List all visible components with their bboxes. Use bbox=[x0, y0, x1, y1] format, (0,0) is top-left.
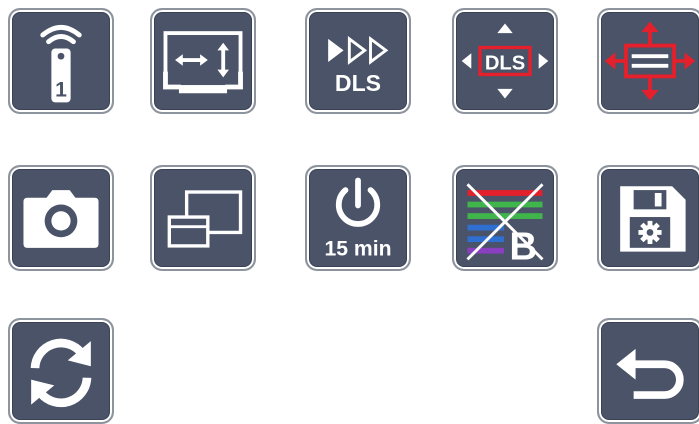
picture-in-picture-icon bbox=[167, 190, 243, 248]
picture-in-picture-button[interactable] bbox=[150, 165, 256, 271]
sleep-timer-label: 15 min bbox=[324, 238, 391, 261]
back-button[interactable] bbox=[597, 318, 699, 424]
camera-icon bbox=[23, 190, 99, 248]
position-adjust-icon bbox=[604, 21, 696, 101]
save-settings-button[interactable] bbox=[597, 165, 699, 271]
remote-control-button[interactable]: 1 bbox=[8, 8, 114, 114]
sleep-timer-button[interactable]: 15 min bbox=[305, 165, 411, 271]
dls-adjust-button[interactable]: DLS bbox=[452, 8, 558, 114]
refresh-icon bbox=[30, 338, 92, 408]
fast-forward-icon: DLS bbox=[328, 35, 389, 96]
dls-adjust-label: DLS bbox=[485, 53, 525, 75]
position-adjust-button[interactable] bbox=[597, 8, 699, 114]
remote-number: 1 bbox=[55, 79, 67, 102]
back-arrow-icon bbox=[616, 348, 684, 399]
aspect-ratio-icon bbox=[163, 31, 243, 94]
refresh-button[interactable] bbox=[8, 318, 114, 424]
camera-button[interactable] bbox=[8, 165, 114, 271]
save-settings-icon bbox=[620, 186, 686, 252]
remote-control-icon: 1 bbox=[40, 24, 82, 103]
dls-adjust-icon: DLS bbox=[461, 23, 549, 99]
dls-forward-label: DLS bbox=[335, 70, 381, 96]
dls-forward-button[interactable]: DLS bbox=[305, 8, 411, 114]
color-bars-off-icon: B bbox=[466, 183, 544, 268]
aspect-ratio-button[interactable] bbox=[150, 8, 256, 114]
color-bars-off-button[interactable]: B bbox=[452, 165, 558, 271]
power-timer-icon: 15 min bbox=[324, 177, 392, 261]
